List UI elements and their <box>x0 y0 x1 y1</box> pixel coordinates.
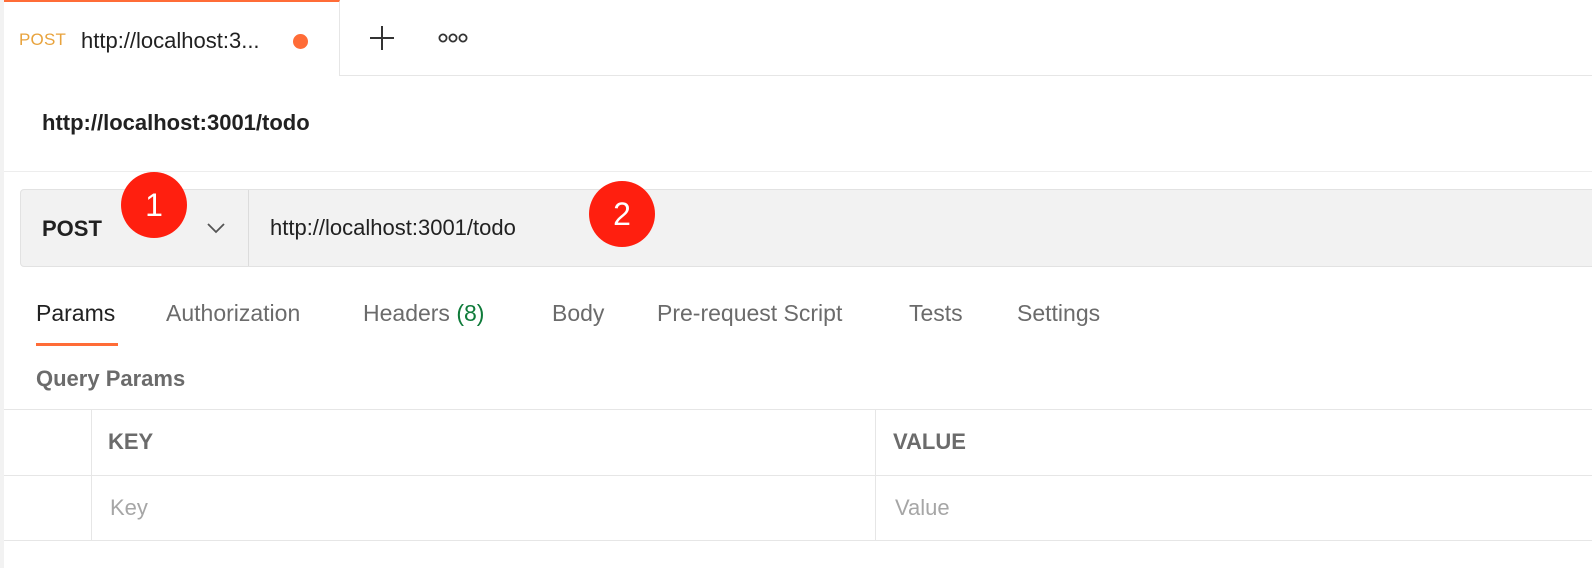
table-border <box>91 410 92 540</box>
tab-body[interactable]: Body <box>552 300 604 327</box>
annotation-badge-2: 2 <box>589 181 655 247</box>
value-input[interactable] <box>895 477 1575 539</box>
new-tab-button[interactable] <box>366 22 398 54</box>
table-border <box>4 475 1592 476</box>
table-border <box>4 540 1592 541</box>
key-column-header: KEY <box>108 429 154 454</box>
tab-pre-request-script[interactable]: Pre-request Script <box>657 300 842 327</box>
method-label: POST <box>42 216 102 241</box>
more-tabs-button[interactable] <box>436 28 472 48</box>
request-tab[interactable]: POST http://localhost:3... <box>4 0 340 76</box>
url-bar: POST <box>20 189 1592 267</box>
tab-tests[interactable]: Tests <box>909 300 963 327</box>
headers-count: (8) <box>456 300 485 326</box>
tab-params[interactable]: Params <box>36 300 115 327</box>
table-border <box>4 409 1592 410</box>
plus-icon <box>370 26 394 50</box>
tab-bar: POST http://localhost:3... <box>0 0 1592 76</box>
ellipsis-icon <box>438 33 468 43</box>
request-name[interactable]: http://localhost:3001/todo <box>42 110 310 136</box>
tab-headers[interactable]: Headers (8) <box>363 300 484 327</box>
chevron-down-icon <box>207 223 225 234</box>
tab-settings[interactable]: Settings <box>1017 300 1100 327</box>
active-tab-indicator <box>36 343 118 346</box>
tab-bar-divider <box>340 75 1592 76</box>
tab-method-label: POST <box>19 30 67 49</box>
value-column-header: VALUE <box>893 429 966 454</box>
tab-title: http://localhost:3... <box>81 28 260 53</box>
sidebar-edge <box>0 0 4 568</box>
annotation-badge-1: 1 <box>121 172 187 238</box>
header-divider <box>4 171 1592 172</box>
url-input[interactable] <box>249 190 1549 266</box>
query-params-title: Query Params <box>36 366 186 391</box>
table-border <box>875 410 876 540</box>
tab-authorization[interactable]: Authorization <box>166 300 300 327</box>
key-input[interactable] <box>110 477 860 539</box>
unsaved-dot-icon <box>293 34 308 49</box>
tab-headers-label: Headers <box>363 300 450 326</box>
